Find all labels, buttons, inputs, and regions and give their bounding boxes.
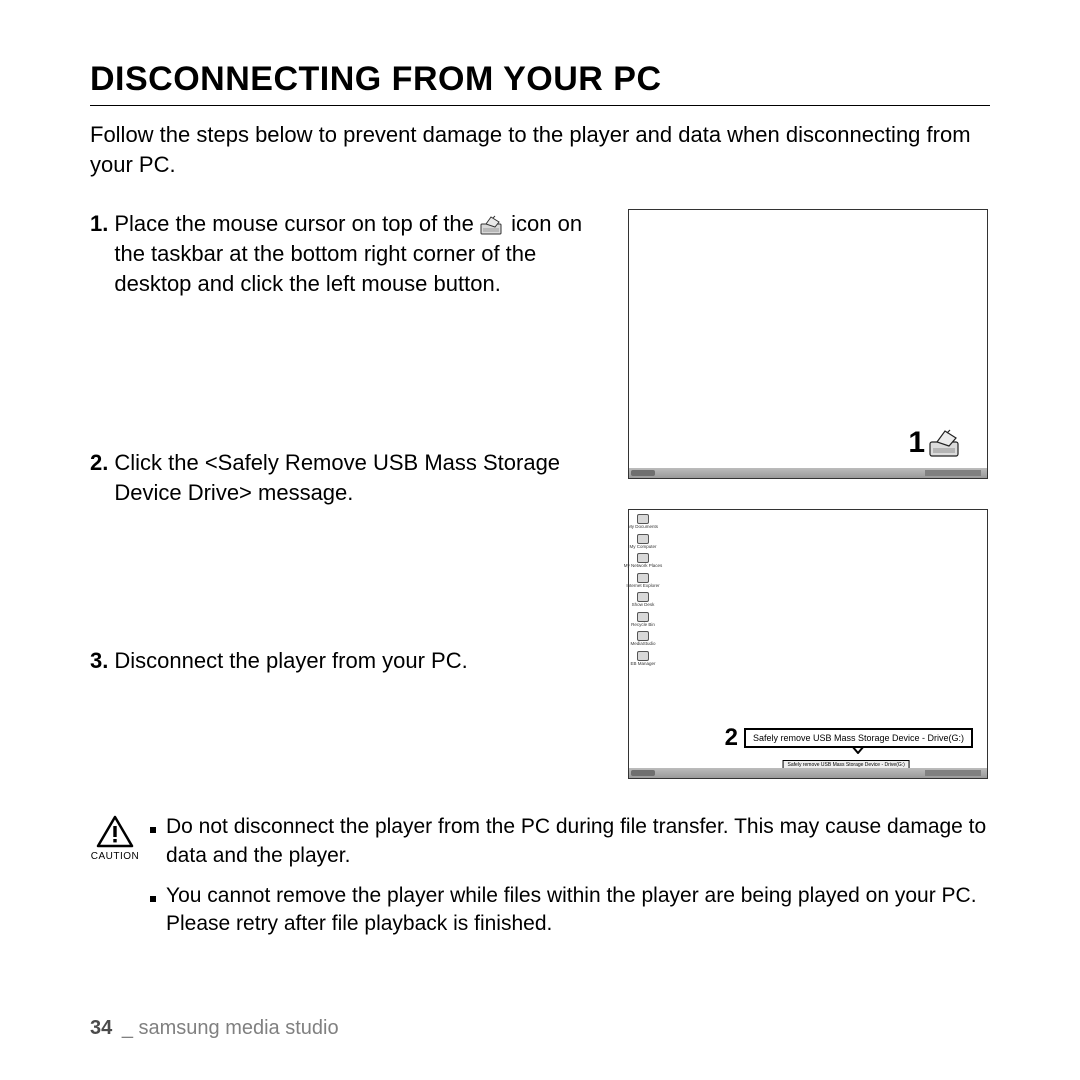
step-2-text: Click the <Safely Remove USB Mass Storag… xyxy=(114,448,600,507)
footer-section-text: samsung media studio xyxy=(139,1017,339,1039)
caution-item: Do not disconnect the player from the PC… xyxy=(150,813,990,870)
caution-block: CAUTION Do not disconnect the player fro… xyxy=(90,813,990,950)
safely-remove-tooltip: Safely remove USB Mass Storage Device - … xyxy=(744,728,973,748)
step-1: 1. Place the mouse cursor on top of the … xyxy=(90,209,600,298)
step-1-text-pre: Place the mouse cursor on top of the xyxy=(114,211,480,236)
safely-remove-hardware-icon xyxy=(929,429,959,457)
desktop-icon: EB Manager xyxy=(633,651,653,667)
bullet-icon xyxy=(150,813,166,870)
figure-1-taskbar xyxy=(629,468,987,478)
desktop-icon: My Documents xyxy=(633,514,653,530)
step-3-text: Disconnect the player from your PC. xyxy=(114,646,600,676)
footer-separator: _ xyxy=(122,1017,133,1039)
desktop-icon: Recycle Bin xyxy=(633,612,653,628)
figure-1-callout: 1 xyxy=(908,426,959,460)
page-footer: 34 _ samsung media studio xyxy=(90,1017,339,1040)
caution-item-text: Do not disconnect the player from the PC… xyxy=(166,813,990,870)
caution-list: Do not disconnect the player from the PC… xyxy=(150,813,990,950)
figures-column: 1 My Documents My Computer My Network Pl… xyxy=(628,209,990,779)
figure-2-callout-number: 2 xyxy=(725,724,738,752)
caution-item-text: You cannot remove the player while files… xyxy=(166,882,990,939)
page-number: 34 xyxy=(90,1017,112,1039)
figure-2-desktop: My Documents My Computer My Network Plac… xyxy=(628,509,988,779)
bullet-icon xyxy=(150,882,166,939)
safely-remove-hardware-icon xyxy=(480,215,502,235)
step-2-number: 2. xyxy=(90,448,108,507)
steps-column: 1. Place the mouse cursor on top of the … xyxy=(90,209,600,779)
page-title: DISCONNECTING FROM YOUR PC xyxy=(90,60,990,106)
figure-1-callout-number: 1 xyxy=(908,426,925,460)
figure-2-desktop-icons: My Documents My Computer My Network Plac… xyxy=(633,514,653,666)
step-1-text: Place the mouse cursor on top of the ico… xyxy=(114,209,600,298)
figure-2-taskbar xyxy=(629,768,987,778)
step-1-number: 1. xyxy=(90,209,108,298)
step-3: 3. Disconnect the player from your PC. xyxy=(90,646,600,676)
caution-item: You cannot remove the player while files… xyxy=(150,882,990,939)
chevron-down-icon xyxy=(851,746,865,754)
desktop-icon: My Network Places xyxy=(633,553,653,569)
figure-2-callout: 2 Safely remove USB Mass Storage Device … xyxy=(725,724,973,752)
intro-text: Follow the steps below to prevent damage… xyxy=(90,120,990,179)
step-2: 2. Click the <Safely Remove USB Mass Sto… xyxy=(90,448,600,507)
desktop-icon: My Computer xyxy=(633,534,653,550)
step-3-number: 3. xyxy=(90,646,108,676)
figure-1-desktop: 1 xyxy=(628,209,988,479)
safely-remove-tooltip-text: Safely remove USB Mass Storage Device - … xyxy=(753,733,964,743)
caution-icon: CAUTION xyxy=(90,815,140,950)
caution-label: CAUTION xyxy=(91,851,140,862)
desktop-icon: Internet Explorer xyxy=(633,573,653,589)
desktop-icon: Show Desk xyxy=(633,592,653,608)
desktop-icon: MediaStudio xyxy=(633,631,653,647)
